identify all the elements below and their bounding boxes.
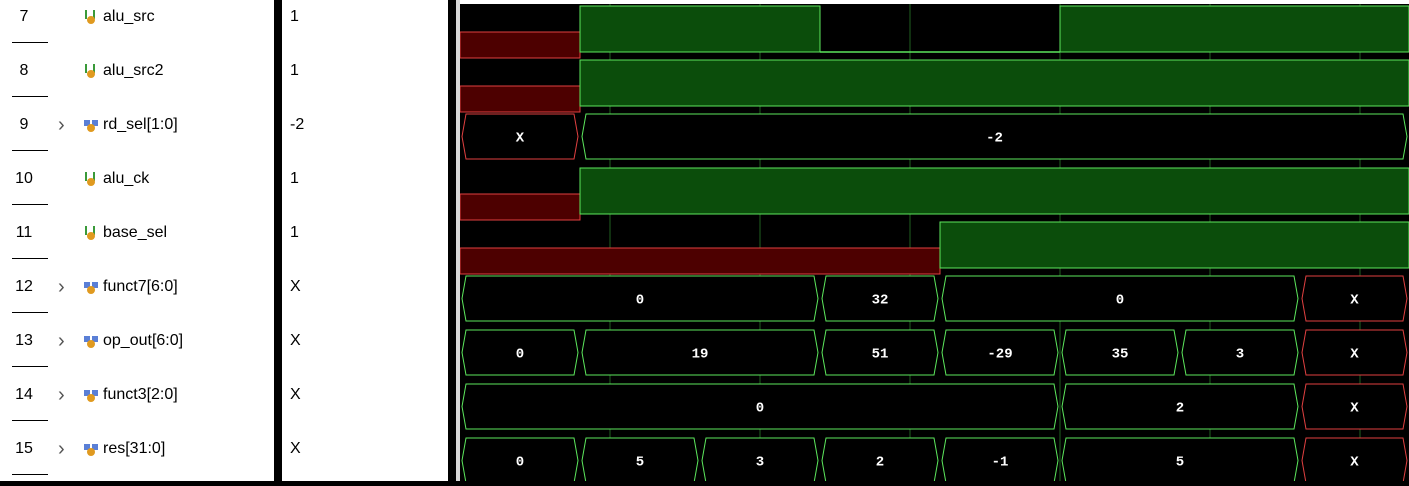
waveform-canvas[interactable]: X -20 32 0 X0 19 51 -29 35 3 X0 2 X0 5 3 2 -1 5 X: [459, 4, 1409, 484]
bus-value-label: X: [1350, 293, 1359, 309]
bus-value-label: 5: [1176, 455, 1184, 471]
signal-name: funct7[6:0]: [103, 278, 178, 295]
bus-value-label: 35: [1112, 347, 1129, 363]
bit-signal-icon: [85, 226, 95, 240]
signal-row[interactable]: › funct3[2:0]: [48, 385, 274, 405]
row-separator: [12, 96, 48, 97]
expand-chevron-icon[interactable]: ›: [58, 115, 65, 135]
bus-signal-icon: [84, 336, 98, 348]
bus-value-label: 2: [1176, 401, 1184, 417]
bus-value-label: 2: [876, 455, 884, 471]
column-divider[interactable]: [274, 0, 282, 481]
row-number: 14: [15, 386, 33, 403]
bus-signal-icon: [84, 444, 98, 456]
signal-row[interactable]: alu_src2: [48, 61, 274, 81]
logic-unknown-segment[interactable]: [459, 31, 581, 59]
waveform-area[interactable]: X -2 0 32 0 X 0 19 51 -29 35 3 X 0 2 X 0 5 3 2 -1 5 X: [459, 4, 1409, 484]
row-number: 9: [19, 116, 29, 133]
bus-value-label: 19: [692, 347, 709, 363]
row-number: 11: [15, 224, 33, 241]
bus-value-label: 0: [636, 293, 644, 309]
signal-name: alu_src2: [103, 62, 164, 79]
expand-chevron-icon[interactable]: ›: [58, 439, 65, 459]
signal-value: 1: [290, 170, 299, 187]
bit-signal-icon: [85, 10, 95, 24]
bus-signal-icon: [84, 282, 98, 294]
row-number-column: 7 8 9 10 11 12 13 14 15: [0, 0, 48, 481]
bus-value-label: 3: [1236, 347, 1244, 363]
row-number: 8: [19, 62, 29, 79]
bus-value-label: -2: [986, 131, 1003, 147]
signal-value: X: [290, 332, 301, 349]
expand-chevron-icon[interactable]: ›: [58, 385, 65, 405]
bus-value-label: X: [516, 131, 525, 147]
signal-name: funct3[2:0]: [103, 386, 178, 403]
bit-signal-icon: [85, 64, 95, 78]
logic-unknown-segment[interactable]: [459, 247, 941, 275]
bus-value-label: X: [1350, 455, 1359, 471]
signal-value: -2: [290, 116, 305, 133]
logic-unknown-segment[interactable]: [459, 193, 581, 221]
row-separator: [12, 474, 48, 475]
bus-value-label: 32: [872, 293, 889, 309]
signal-value: X: [290, 386, 301, 403]
signal-row[interactable]: › rd_sel[1:0]: [48, 115, 274, 135]
bus-value-label: 0: [1116, 293, 1124, 309]
column-divider[interactable]: [448, 0, 456, 481]
signal-name: alu_ck: [103, 170, 150, 187]
logic-high-segment[interactable]: [579, 59, 1409, 107]
logic-high-segment[interactable]: [1059, 5, 1409, 53]
bus-value-label: -29: [987, 347, 1012, 363]
bus-value-label: 5: [636, 455, 644, 471]
row-number: 13: [15, 332, 33, 349]
row-separator: [12, 150, 48, 151]
row-separator: [12, 204, 48, 205]
bus-value-label: -1: [992, 455, 1009, 471]
signal-value: 1: [290, 224, 299, 241]
row-separator: [12, 420, 48, 421]
signal-value: 1: [290, 62, 299, 79]
row-number: 10: [15, 170, 33, 187]
logic-high-segment[interactable]: [579, 167, 1409, 215]
signal-row[interactable]: › funct7[6:0]: [48, 277, 274, 297]
signal-name: rd_sel[1:0]: [103, 116, 178, 133]
bus-value-label: 0: [516, 455, 524, 471]
signal-value: X: [290, 440, 301, 457]
row-separator: [12, 258, 48, 259]
signal-name: base_sel: [103, 224, 168, 241]
bus-value-label: X: [1350, 347, 1359, 363]
bus-signal-icon: [84, 120, 98, 132]
logic-high-segment[interactable]: [939, 221, 1409, 269]
signal-row[interactable]: alu_src: [48, 7, 274, 27]
bus-value-label: 3: [756, 455, 764, 471]
signal-value-column: 1 1 -2 1 1 X X X X: [282, 0, 448, 481]
bus-value-label: 0: [516, 347, 524, 363]
row-number: 7: [19, 8, 29, 25]
signal-name: res[31:0]: [103, 440, 166, 457]
signal-row[interactable]: alu_ck: [48, 169, 274, 189]
row-separator: [12, 42, 48, 43]
signal-name-column: alu_src alu_src2 › rd_sel[1:0] alu_ck base_se…: [48, 0, 274, 481]
bus-value-label: 0: [756, 401, 764, 417]
signal-value: 1: [290, 8, 299, 25]
signal-row[interactable]: › op_out[6:0]: [48, 331, 274, 351]
signal-name: alu_src: [103, 8, 155, 25]
signal-value: X: [290, 278, 301, 295]
signal-name: op_out[6:0]: [103, 332, 184, 349]
bus-value-label: X: [1350, 401, 1359, 417]
row-number: 12: [15, 278, 33, 295]
expand-chevron-icon[interactable]: ›: [58, 331, 65, 351]
expand-chevron-icon[interactable]: ›: [58, 277, 65, 297]
row-number: 15: [15, 440, 33, 457]
row-separator: [12, 312, 48, 313]
signal-row[interactable]: › res[31:0]: [48, 439, 274, 459]
logic-unknown-segment[interactable]: [459, 85, 581, 113]
logic-high-segment[interactable]: [579, 5, 821, 53]
bit-signal-icon: [85, 172, 95, 186]
bus-signal-icon: [84, 390, 98, 402]
row-separator: [12, 366, 48, 367]
bus-value-label: 51: [872, 347, 889, 363]
signal-row[interactable]: base_sel: [48, 223, 274, 243]
